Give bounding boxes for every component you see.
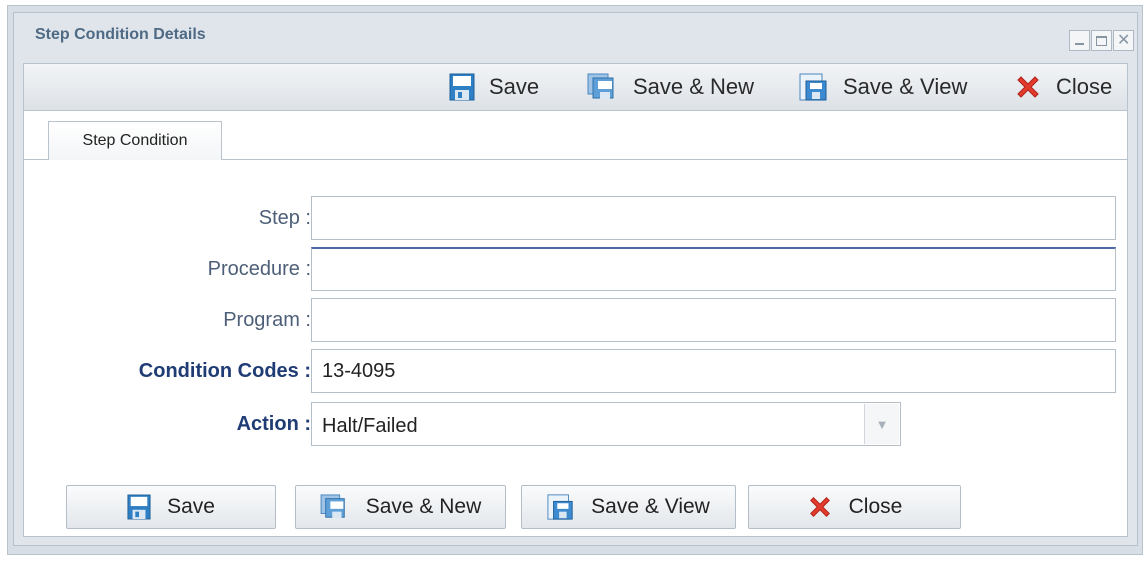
save-new-icon bbox=[587, 73, 619, 101]
toolbar-save-view-label: Save & View bbox=[843, 74, 968, 99]
action-select[interactable]: Halt/Failed ▼ bbox=[311, 402, 901, 446]
procedure-label: Procedure : bbox=[207, 257, 311, 280]
save-view-button[interactable]: Save & View bbox=[521, 485, 736, 529]
procedure-field[interactable] bbox=[311, 247, 1116, 291]
chevron-down-icon[interactable]: ▼ bbox=[864, 404, 899, 444]
save-button[interactable]: Save bbox=[66, 485, 276, 529]
toolbar-save-button[interactable]: Save bbox=[449, 64, 539, 110]
toolbar-close-button[interactable]: Close bbox=[1014, 64, 1112, 110]
close-button[interactable]: Close bbox=[748, 485, 961, 529]
condition-codes-row: Condition Codes : 13-4095 bbox=[24, 349, 1127, 393]
save-view-button-label: Save & View bbox=[591, 495, 710, 518]
red-x-close-icon bbox=[1014, 73, 1042, 101]
window-title: Step Condition Details bbox=[35, 26, 206, 43]
tab-bar: Step Condition bbox=[23, 111, 1128, 160]
save-new-button-label: Save & New bbox=[365, 495, 482, 518]
top-toolbar: Save Save & New Save & View Close bbox=[23, 63, 1128, 111]
step-field[interactable] bbox=[311, 196, 1116, 240]
minimize-button[interactable] bbox=[1069, 30, 1090, 51]
save-new-button[interactable]: Save & New bbox=[295, 485, 506, 529]
condition-codes-label: Condition Codes : bbox=[138, 359, 311, 382]
close-button-label: Close bbox=[848, 495, 903, 518]
floppy-disk-icon bbox=[449, 73, 475, 101]
save-new-icon bbox=[320, 494, 350, 520]
minimize-icon bbox=[1075, 43, 1084, 45]
toolbar-save-label: Save bbox=[489, 74, 540, 99]
step-row: Step : bbox=[24, 196, 1127, 240]
maximize-icon bbox=[1096, 36, 1107, 46]
action-selected-value: Halt/Failed bbox=[322, 415, 418, 437]
save-view-icon bbox=[799, 72, 829, 102]
toolbar-save-new-label: Save & New bbox=[633, 74, 755, 99]
floppy-disk-icon bbox=[127, 494, 151, 520]
action-label: Action : bbox=[236, 412, 311, 435]
step-label: Step : bbox=[258, 206, 311, 229]
tab-step-condition-label: Step Condition bbox=[82, 132, 188, 149]
title-bar: Step Condition Details ✕ bbox=[14, 13, 1137, 63]
condition-codes-field[interactable]: 13-4095 bbox=[311, 349, 1116, 393]
window-controls: ✕ bbox=[1069, 30, 1134, 51]
form-panel: Step : Procedure : Program : Condition C… bbox=[23, 160, 1128, 537]
maximize-button[interactable] bbox=[1091, 30, 1112, 51]
toolbar-save-view-button[interactable]: Save & View bbox=[799, 64, 967, 110]
toolbar-close-label: Close bbox=[1056, 74, 1113, 99]
procedure-row: Procedure : bbox=[24, 247, 1127, 291]
program-label: Program : bbox=[223, 308, 311, 331]
action-row: Action : Halt/Failed ▼ bbox=[24, 402, 1127, 446]
program-row: Program : bbox=[24, 298, 1127, 342]
toolbar-save-new-button[interactable]: Save & New bbox=[587, 64, 754, 110]
close-icon: ✕ bbox=[1117, 32, 1131, 49]
close-window-button[interactable]: ✕ bbox=[1113, 30, 1134, 51]
save-view-icon bbox=[547, 493, 575, 521]
program-field[interactable] bbox=[311, 298, 1116, 342]
step-condition-window: Step Condition Details ✕ Save Save & New… bbox=[13, 12, 1138, 546]
save-button-label: Save bbox=[167, 495, 215, 518]
red-x-close-icon bbox=[807, 494, 833, 520]
tab-step-condition[interactable]: Step Condition bbox=[48, 121, 222, 160]
